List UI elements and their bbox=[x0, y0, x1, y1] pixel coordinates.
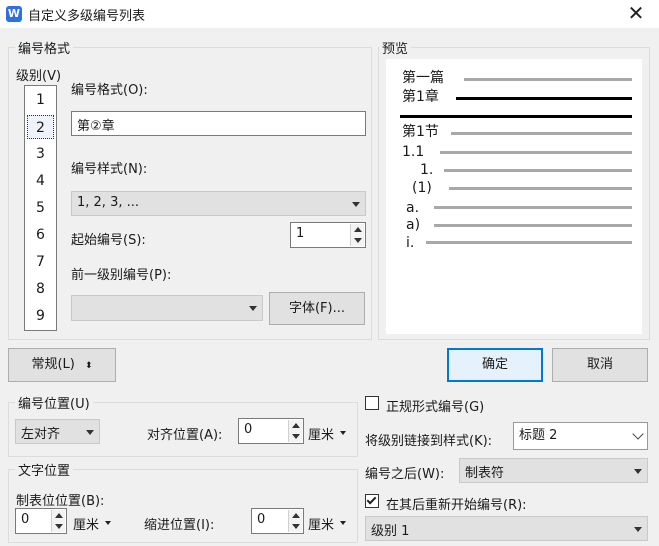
start-number-value: 1 bbox=[296, 226, 305, 241]
style-combo[interactable]: 1, 2, 3, ... bbox=[71, 191, 366, 216]
level-item-9[interactable]: 9 bbox=[27, 304, 54, 328]
preview-group-label: 预览 bbox=[379, 38, 412, 57]
level-list[interactable]: 1 2 3 4 5 6 7 8 9 bbox=[24, 85, 57, 331]
preview-line-4-bar bbox=[440, 151, 632, 154]
prev-level-label: 前一级别编号(P): bbox=[71, 268, 172, 283]
preview-line-9-bar bbox=[426, 241, 632, 244]
chevron-down-icon bbox=[632, 428, 644, 440]
level-item-3[interactable]: 3 bbox=[27, 142, 54, 166]
spin-up-icon[interactable] bbox=[292, 513, 300, 518]
align-position-stepper[interactable]: 0 bbox=[238, 418, 304, 444]
restart-numbering-checkbox[interactable] bbox=[365, 494, 379, 508]
preview-line-5-text: 1. bbox=[420, 162, 434, 178]
indent-position-value: 0 bbox=[257, 512, 266, 527]
restart-level-combo[interactable]: 级别 1 bbox=[365, 516, 648, 541]
preview-line-1-text: 第一篇 bbox=[402, 70, 444, 86]
window-title: 自定义多级编号列表 bbox=[28, 9, 146, 24]
preview-separator-bar bbox=[400, 115, 632, 118]
preview-line-6-bar bbox=[449, 187, 632, 190]
after-number-label: 编号之后(W): bbox=[365, 467, 445, 482]
spin-down-icon[interactable] bbox=[292, 434, 300, 439]
align-position-unit[interactable]: 厘米 bbox=[308, 424, 334, 443]
tab-position-stepper[interactable]: 0 bbox=[15, 508, 67, 534]
link-to-style-label: 将级别链接到样式(K): bbox=[365, 434, 493, 449]
preview-line-8-text: a) bbox=[406, 217, 421, 233]
expand-arrows-icon: ⬍ bbox=[84, 361, 93, 371]
align-combo[interactable]: 左对齐 bbox=[15, 419, 100, 444]
tab-position-unit[interactable]: 厘米 bbox=[73, 514, 99, 533]
close-icon[interactable]: ✕ bbox=[624, 1, 648, 25]
style-combo-value: 1, 2, 3, ... bbox=[77, 195, 140, 210]
text-position-group-label: 文字位置 bbox=[15, 460, 74, 479]
check-icon bbox=[366, 494, 377, 505]
start-number-stepper[interactable]: 1 bbox=[290, 222, 366, 248]
indent-position-unit[interactable]: 厘米 bbox=[308, 514, 334, 533]
restart-numbering-label[interactable]: 在其后重新开始编号(R): bbox=[386, 494, 527, 513]
preview-line-3-text: 第1节 bbox=[402, 124, 439, 140]
preview-line-1-bar bbox=[464, 78, 632, 81]
preview-line-5-bar bbox=[444, 169, 632, 172]
link-to-style-combo[interactable]: 标题 2 bbox=[513, 422, 648, 450]
level-item-2[interactable]: 2 bbox=[27, 115, 54, 139]
prev-level-combo[interactable] bbox=[71, 295, 263, 321]
unit-dropdown-icon bbox=[340, 521, 346, 525]
restart-level-value: 级别 1 bbox=[371, 524, 410, 539]
number-format-group-label: 编号格式 bbox=[15, 38, 74, 57]
preview-line-8-bar bbox=[434, 224, 632, 227]
level-item-5[interactable]: 5 bbox=[27, 196, 54, 220]
preview-line-2-bar bbox=[456, 97, 632, 100]
level-label: 级别(V) bbox=[16, 69, 62, 84]
align-combo-value: 左对齐 bbox=[21, 427, 61, 442]
preview-pane: 第一篇 第1章 第1节 1.1 1. (1) a. a) i. bbox=[386, 59, 642, 334]
format-input[interactable]: 第②章 bbox=[71, 111, 366, 136]
ok-button[interactable]: 确定 bbox=[447, 348, 543, 382]
after-number-value: 制表符 bbox=[465, 466, 505, 481]
general-button[interactable]: 常规(L) ⬍ bbox=[8, 348, 116, 382]
spin-up-icon[interactable] bbox=[55, 513, 63, 518]
spin-down-icon[interactable] bbox=[354, 238, 362, 243]
legal-style-checkbox[interactable] bbox=[365, 396, 379, 410]
level-item-8[interactable]: 8 bbox=[27, 277, 54, 301]
start-label: 起始编号(S): bbox=[71, 233, 146, 248]
dropdown-arrow-icon bbox=[634, 468, 642, 474]
level-item-4[interactable]: 4 bbox=[27, 169, 54, 193]
after-number-combo[interactable]: 制表符 bbox=[459, 458, 648, 483]
wps-app-icon: W bbox=[6, 6, 22, 22]
number-position-group-label: 编号位置(U) bbox=[15, 393, 93, 412]
indent-position-label: 缩进位置(I): bbox=[144, 518, 215, 533]
dropdown-arrow-icon bbox=[352, 201, 360, 207]
link-to-style-value: 标题 2 bbox=[519, 428, 558, 443]
spin-down-icon[interactable] bbox=[292, 524, 300, 529]
align-position-label: 对齐位置(A): bbox=[147, 428, 223, 443]
dropdown-arrow-icon bbox=[86, 429, 94, 435]
preview-line-7-text: a. bbox=[406, 200, 420, 216]
level-item-1[interactable]: 1 bbox=[27, 88, 54, 112]
tab-position-label: 制表位位置(B): bbox=[16, 494, 105, 509]
font-button[interactable]: 字体(F)... bbox=[269, 292, 365, 325]
tab-position-value: 0 bbox=[21, 512, 30, 527]
preview-line-9-text: i. bbox=[406, 235, 415, 251]
level-item-7[interactable]: 7 bbox=[27, 250, 54, 274]
preview-line-2-text: 第1章 bbox=[402, 89, 439, 105]
preview-line-7-bar bbox=[434, 206, 632, 209]
legal-style-label[interactable]: 正规形式编号(G) bbox=[386, 396, 484, 415]
unit-dropdown-icon bbox=[340, 431, 346, 435]
spin-down-icon[interactable] bbox=[55, 524, 63, 529]
title-bar: W 自定义多级编号列表 ✕ bbox=[0, 0, 659, 28]
cancel-button[interactable]: 取消 bbox=[552, 348, 648, 382]
preview-line-4-text: 1.1 bbox=[402, 144, 425, 160]
level-item-6[interactable]: 6 bbox=[27, 223, 54, 247]
preview-line-6-text: (1) bbox=[412, 180, 432, 196]
format-label: 编号格式(O): bbox=[71, 83, 148, 98]
indent-position-stepper[interactable]: 0 bbox=[251, 508, 304, 534]
spin-up-icon[interactable] bbox=[354, 227, 362, 232]
align-position-value: 0 bbox=[244, 422, 253, 437]
dropdown-arrow-icon bbox=[634, 526, 642, 532]
style-label: 编号样式(N): bbox=[71, 162, 148, 177]
dropdown-arrow-icon bbox=[249, 306, 257, 311]
spin-up-icon[interactable] bbox=[292, 423, 300, 428]
unit-dropdown-icon bbox=[105, 521, 111, 525]
preview-line-3-bar bbox=[451, 132, 632, 135]
